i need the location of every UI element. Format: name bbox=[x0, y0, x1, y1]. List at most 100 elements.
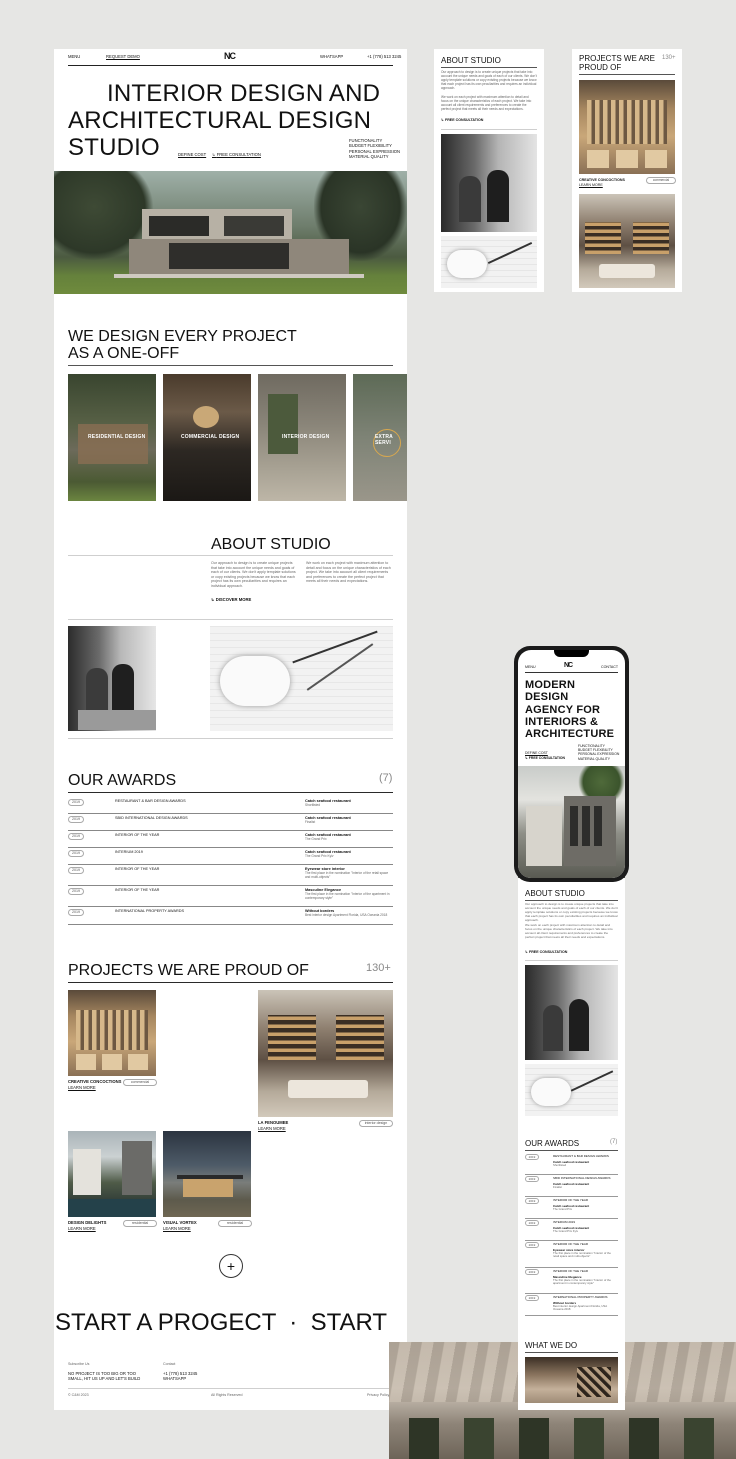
award-year-badge: 2019 bbox=[68, 850, 84, 857]
footer-subscribe-title: Subscribe Us bbox=[68, 1362, 90, 1366]
menu-link[interactable]: MENU bbox=[68, 54, 80, 59]
request-demo-link[interactable]: REQUEST DEMO bbox=[106, 54, 140, 59]
about-mid-divider bbox=[68, 619, 393, 620]
award-subtitle: The Grand Prix Kyiv bbox=[305, 854, 334, 858]
project-image-creative-concoctions[interactable] bbox=[68, 990, 156, 1076]
project-name: VISUAL VORTEX bbox=[163, 1220, 197, 1225]
award-row: 2019 INTERIOR OF THE YEAR Eyewear store in… bbox=[68, 867, 393, 884]
project-name: CREATIVE CONCOCTIONS bbox=[68, 1079, 122, 1084]
award-subtitle: Best interior design Apartment Florida, … bbox=[553, 1304, 607, 1312]
awards-count: (7) bbox=[379, 772, 393, 784]
about-paragraph-1: Our approach to design is to create uniq… bbox=[211, 561, 296, 588]
mobile-award-row: 2019 SBID INTERNATIONAL DESIGN AWARDS Catc… bbox=[525, 1176, 618, 1196]
phone-free-consultation-link[interactable]: ↳ FREE CONSULTATION bbox=[525, 756, 565, 760]
service-card-label: EXTRA SERVI bbox=[375, 434, 393, 446]
mobile-award-row: 2019 INTERIUM 2019 Catch seafood restauran… bbox=[525, 1220, 618, 1240]
projects-count: 130+ bbox=[366, 962, 391, 974]
mini-about-p2: We work on each project with maximum att… bbox=[441, 95, 532, 111]
about-title: ABOUT STUDIO bbox=[211, 536, 331, 553]
phone-notch bbox=[554, 650, 589, 657]
mobile-award-row: 2019 INTERIOR OF THE YEAR Eyewear store in… bbox=[525, 1242, 618, 1262]
award-year-badge: 2019 bbox=[68, 816, 84, 823]
learn-more-link[interactable]: LEARN MORE bbox=[163, 1226, 191, 1231]
award-row-divider bbox=[68, 830, 393, 831]
plus-icon: + bbox=[226, 1258, 236, 1274]
hero-title-line-3: STUDIO bbox=[68, 134, 160, 161]
logo[interactable]: NC bbox=[224, 51, 236, 61]
award-row-divider bbox=[68, 864, 393, 865]
award-row: 2019 INTERIOR OF THE YEAR Masculine Elegan… bbox=[68, 888, 393, 905]
mini-about-card: ABOUT STUDIO Our approach to design is t… bbox=[434, 49, 544, 292]
mini-project-image-1[interactable] bbox=[579, 80, 675, 174]
start-project-marquee[interactable]: START A PROGECT · START bbox=[55, 1309, 407, 1337]
mini-free-consultation-link[interactable]: ↳ FREE CONSULTATION bbox=[441, 118, 483, 122]
project-image-visual-vortex[interactable] bbox=[163, 1131, 251, 1217]
copyright: © C&M 2023 bbox=[68, 1393, 89, 1397]
mini-project-name: CREATIVE CONCOCTIONS bbox=[579, 178, 625, 182]
project-name: DESIGN DELIGHTS bbox=[68, 1220, 107, 1225]
mobile-award-divider bbox=[525, 1267, 618, 1268]
discover-more-link[interactable]: ↳ DISCOVER MORE bbox=[211, 597, 251, 602]
mini-meeting-photo bbox=[441, 134, 537, 232]
footer-contact-title: Contact bbox=[163, 1362, 176, 1366]
project-tag: interior design bbox=[359, 1120, 393, 1127]
services-title-line-1: WE DESIGN EVERY PROJECT bbox=[68, 328, 297, 345]
load-more-button[interactable]: + bbox=[219, 1254, 243, 1278]
mobile-free-consultation-link[interactable]: ↳ FREE CONSULTATION bbox=[525, 950, 567, 954]
learn-more-link[interactable]: LEARN MORE bbox=[68, 1085, 96, 1090]
award-subtitle: The first place in the nomination "Inter… bbox=[305, 871, 389, 879]
phone-menu-link[interactable]: MENU bbox=[525, 665, 536, 669]
mini-projects-divider bbox=[579, 74, 675, 75]
project-tag: residential bbox=[123, 1220, 157, 1227]
phone-link[interactable]: +1 (778) 513 3245 bbox=[367, 54, 401, 59]
award-subtitle: Finalist bbox=[553, 1185, 562, 1189]
phone-qualities: FUNCTIONALITY BUDGET FLEXIBILITY PERSONA… bbox=[578, 744, 620, 761]
phone-nav-divider bbox=[525, 672, 618, 673]
mobile-about-divider bbox=[525, 900, 618, 901]
award-subtitle: Shortlisted bbox=[305, 803, 321, 807]
service-card-extra[interactable]: EXTRA SERVI bbox=[353, 374, 407, 501]
projects-title: PROJECTS WE ARE PROUD OF bbox=[68, 962, 309, 979]
service-card-interior[interactable]: INTERIOR DESIGN bbox=[258, 374, 346, 501]
hero-house-image bbox=[54, 171, 407, 294]
phone-contact-link[interactable]: CONTACT bbox=[601, 665, 618, 669]
award-name: RESTAURANT & BAR DESIGN AWARDS bbox=[115, 799, 186, 803]
mobile-award-divider bbox=[525, 1315, 618, 1316]
all-rights: All Rights Reserved bbox=[211, 1393, 243, 1397]
privacy-policy-link[interactable]: Privacy Policy bbox=[367, 1393, 389, 1398]
mini-projects-title-2: PROUD OF bbox=[579, 63, 622, 72]
define-cost-link[interactable]: DEFINE COST bbox=[178, 152, 206, 157]
mobile-blueprint-photo bbox=[525, 1064, 618, 1116]
award-name: INTERIUM 2019 bbox=[115, 850, 143, 854]
free-consultation-link[interactable]: ↳ FREE CONSULTATION bbox=[212, 152, 261, 157]
award-name: INTERNATIONAL PROPERTY AWARDS bbox=[115, 909, 184, 913]
award-subtitle: The Grand Prix bbox=[553, 1207, 572, 1211]
mini-learn-more-link[interactable]: LEARN MORE bbox=[579, 183, 603, 187]
award-year-badge: 2019 bbox=[525, 1295, 539, 1301]
service-card-commercial[interactable]: COMMERCIAL DESIGN bbox=[163, 374, 251, 501]
mobile-awards-count: (7) bbox=[610, 1139, 618, 1145]
mobile-award-divider bbox=[525, 1196, 618, 1197]
mobile-about-divider-2 bbox=[525, 960, 618, 961]
project-image-design-delights[interactable] bbox=[68, 1131, 156, 1217]
mini-blueprint-photo bbox=[441, 236, 537, 288]
hero-title-line-2: ARCHITECTURAL DESIGN bbox=[68, 107, 372, 134]
learn-more-link[interactable]: LEARN MORE bbox=[68, 1226, 96, 1231]
service-card-label: INTERIOR DESIGN bbox=[282, 434, 330, 440]
mini-about-divider-2 bbox=[441, 129, 537, 130]
service-card-residential[interactable]: RESIDENTIAL DESIGN bbox=[68, 374, 156, 501]
phone-logo[interactable]: NC bbox=[564, 662, 573, 669]
project-image-la-fenoumee[interactable] bbox=[258, 990, 393, 1117]
project-name: LA FENOUMEE bbox=[258, 1120, 289, 1125]
learn-more-link[interactable]: LEARN MORE bbox=[258, 1126, 286, 1131]
mini-project-image-2[interactable] bbox=[579, 194, 675, 288]
footer-contact-text[interactable]: +1 (778) 513 3245 WHATSAPP bbox=[163, 1371, 197, 1382]
award-subtitle: Finalist bbox=[305, 820, 316, 824]
award-row-divider bbox=[68, 813, 393, 814]
whatsapp-link[interactable]: WHATSAPP bbox=[320, 54, 343, 59]
phone-define-cost-link[interactable]: DEFINE COST bbox=[525, 751, 548, 755]
about-paragraph-2: We work on each project with maximum att… bbox=[306, 561, 391, 584]
service-card-label: RESIDENTIAL DESIGN bbox=[88, 434, 146, 440]
mobile-about-p1: Our approach to design is to create uniq… bbox=[525, 902, 618, 922]
about-blueprint-photo bbox=[210, 626, 393, 731]
